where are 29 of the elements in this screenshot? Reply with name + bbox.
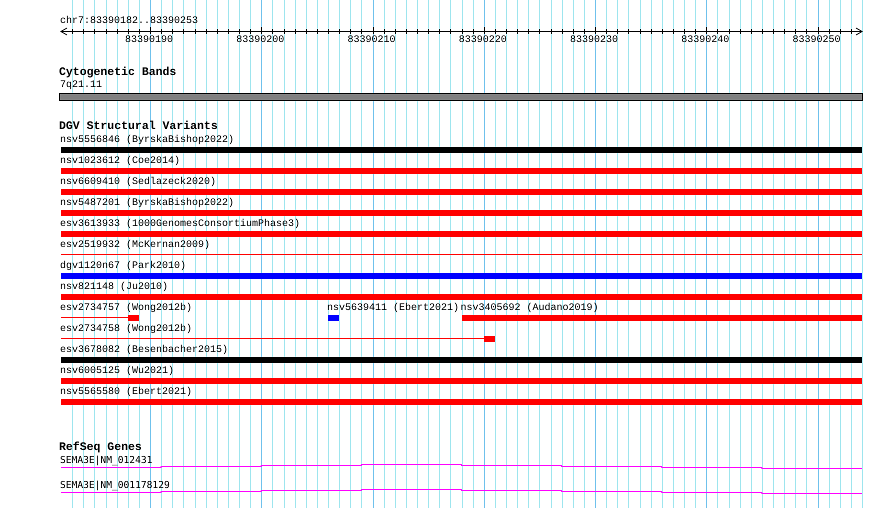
- variant-label: esv3613933 (1000GenomesConsortiumPhase3): [60, 219, 300, 230]
- ruler-title: chr7:83390182..83390253: [60, 16, 198, 27]
- band-label: 7q21.11: [60, 80, 102, 91]
- variant-label: esv2734757 (Wong2012b): [60, 303, 192, 314]
- variant-label: nsv5556846 (ByrskaBishop2022): [60, 135, 234, 146]
- variant-label: nsv5565580 (Ebert2021): [60, 387, 192, 398]
- variant-label: esv3678082 (Besenbacher2015): [60, 345, 228, 356]
- variant-label: nsv3405692 (Audano2019): [460, 303, 599, 314]
- tick-label: 83390220: [458, 35, 507, 46]
- tick-label: 83390190: [125, 35, 174, 46]
- variant-label: esv2734758 (Wong2012b): [60, 324, 192, 335]
- variant-label: nsv821148 (Ju2010): [60, 282, 168, 293]
- variant-label: nsv5639411 (Ebert2021): [327, 303, 460, 314]
- track-title: RefSeq Genes: [59, 442, 142, 454]
- tick-label: 83390250: [792, 35, 841, 46]
- variant-label: nsv5487201 (ByrskaBishop2022): [60, 198, 234, 209]
- variant-label: nsv6005125 (Wu2021): [60, 366, 174, 377]
- track-title: DGV Structural Variants: [59, 121, 218, 133]
- variant-label: dgv1120n67 (Park2010): [60, 261, 186, 272]
- tick-label: 83390240: [681, 35, 730, 46]
- track-title: Cytogenetic Bands: [59, 67, 176, 79]
- variant-label: nsv6609410 (Sedlazeck2020): [60, 177, 216, 188]
- tick-label: 83390210: [348, 35, 396, 46]
- tick-label: 83390230: [570, 35, 618, 46]
- gene-label: SEMA3E|NM_001178129: [60, 480, 170, 491]
- variant-label: esv2519932 (McKernan2009): [60, 240, 210, 251]
- gene-label: SEMA3E|NM_012431: [60, 455, 152, 466]
- variant-label: nsv1023612 (Coe2014): [60, 156, 180, 167]
- tick-label: 83390200: [236, 35, 284, 46]
